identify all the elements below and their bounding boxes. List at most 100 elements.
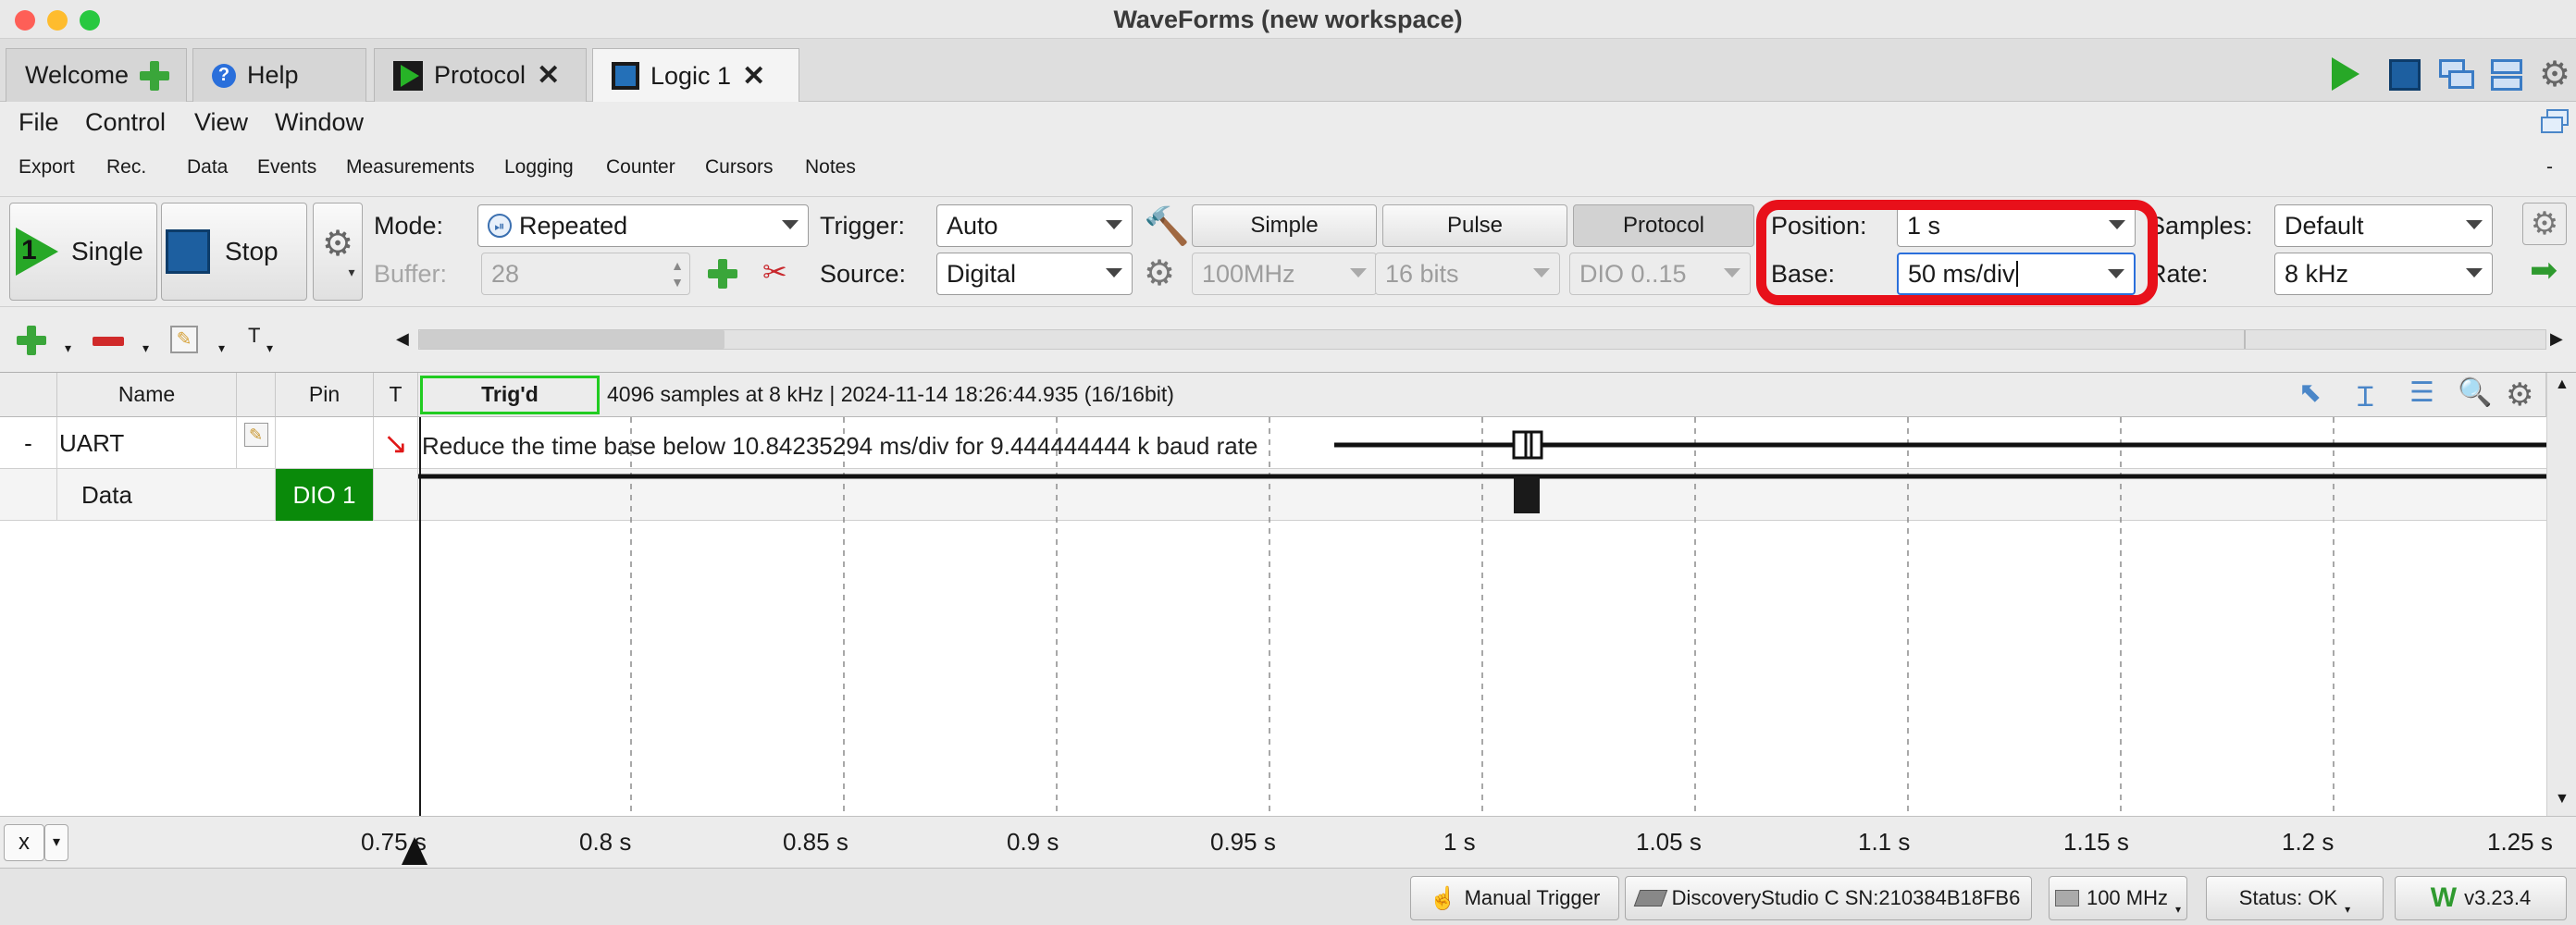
trigger-simple-button[interactable]: Simple: [1192, 204, 1377, 247]
submenu-rec[interactable]: Rec.: [106, 156, 146, 179]
close-tab-icon[interactable]: ✕: [742, 60, 765, 92]
row-pin: [276, 417, 374, 469]
close-tab-icon[interactable]: ✕: [537, 59, 560, 92]
text-tool[interactable]: T: [248, 324, 260, 348]
version-button[interactable]: W v3.23.4: [2395, 876, 2567, 920]
submenu-notes[interactable]: Notes: [805, 156, 856, 179]
vertical-scrollbar[interactable]: ▲ ▼: [2546, 373, 2576, 817]
chevron-down-icon[interactable]: ▾: [142, 340, 149, 356]
chevron-down-icon[interactable]: ▾: [266, 340, 273, 356]
tile-windows-icon[interactable]: [2491, 59, 2524, 92]
chevron-down-icon: [782, 220, 799, 229]
rate-select[interactable]: 8 kHz: [2274, 253, 2493, 295]
submenu-counter[interactable]: Counter: [606, 156, 675, 179]
cursor-select-icon[interactable]: ⬉: [2298, 376, 2322, 409]
align-icon[interactable]: ☰: [2409, 376, 2434, 409]
bits-select[interactable]: 16 bits: [1375, 253, 1560, 295]
trigger-select[interactable]: Auto: [936, 204, 1133, 247]
hammer-icon[interactable]: 🔨: [1144, 204, 1190, 248]
single-icon: 1: [16, 228, 58, 276]
header-name[interactable]: Name: [57, 373, 237, 417]
submenu-measurements[interactable]: Measurements: [346, 156, 475, 179]
chevron-down-icon: [2466, 220, 2483, 229]
edit-channel-icon[interactable]: ✎: [170, 326, 198, 353]
scroll-left-icon[interactable]: ◀: [396, 329, 409, 349]
scroll-up-icon[interactable]: ▲: [2555, 376, 2570, 393]
detach-window-icon[interactable]: [2541, 107, 2572, 135]
scroll-right-icon[interactable]: ▶: [2550, 329, 2563, 349]
data-pulse: [1514, 476, 1540, 513]
chevron-down-icon[interactable]: ▾: [218, 340, 225, 356]
scrollbar-thumb[interactable]: [419, 330, 724, 349]
tab-welcome[interactable]: Welcome: [6, 48, 187, 102]
buffer-input[interactable]: 28 ▲ ▼: [481, 253, 690, 295]
scroll-down-icon[interactable]: ▼: [2555, 791, 2570, 808]
submenu-collapse[interactable]: -: [2546, 156, 2553, 179]
samples-select[interactable]: Default: [2274, 204, 2493, 247]
arrow-right-icon[interactable]: ➡: [2530, 251, 2557, 290]
edit-icon[interactable]: ✎: [243, 423, 268, 447]
remove-channel-icon[interactable]: [93, 337, 124, 346]
run-all-button[interactable]: [2332, 56, 2365, 92]
header-expander: [0, 373, 57, 417]
text-cursor-icon[interactable]: Ɪ: [2358, 376, 2373, 414]
waveform-table: Name Pin T Trig'd 4096 samples at 8 kHz …: [0, 372, 2576, 817]
channel-name: Data: [81, 480, 132, 509]
gear-icon[interactable]: ⚙: [2506, 376, 2533, 413]
device-button[interactable]: DiscoveryStudio C SN:210384B18FB6: [1625, 876, 2032, 920]
trigger-pulse-button[interactable]: Pulse: [1382, 204, 1567, 247]
chevron-down-icon[interactable]: ▾: [65, 340, 71, 356]
waveform-plot[interactable]: [418, 417, 2546, 817]
trigger-position-marker[interactable]: [402, 837, 427, 865]
row-expander[interactable]: -: [0, 417, 57, 469]
acquisition-settings-button[interactable]: ⚙ ▾: [313, 203, 363, 301]
submenu-export[interactable]: Export: [19, 156, 75, 179]
axis-tick-label: 0.8 s: [579, 828, 632, 856]
tab-protocol[interactable]: Protocol ✕: [374, 48, 587, 102]
submenu-data[interactable]: Data: [187, 156, 228, 179]
gear-icon[interactable]: ⚙: [2522, 203, 2567, 245]
axis-unit-button[interactable]: x: [4, 824, 44, 861]
row-pin[interactable]: DIO 1: [276, 469, 374, 521]
menu-control[interactable]: Control: [85, 108, 166, 137]
source-label: Source:: [820, 260, 907, 288]
submenu-logging[interactable]: Logging: [504, 156, 574, 179]
row-edit[interactable]: ✎: [237, 417, 276, 469]
waveforms-logo-icon: W: [2430, 882, 2458, 913]
clock-button[interactable]: 100 MHz ▾: [2049, 876, 2187, 920]
chevron-down-icon[interactable]: ▾: [44, 824, 68, 861]
mode-select[interactable]: ⏯ Repeated: [477, 204, 809, 247]
header-t[interactable]: T: [374, 373, 418, 417]
clock-select[interactable]: 100MHz: [1192, 253, 1377, 295]
submenu-events[interactable]: Events: [257, 156, 316, 179]
tab-help[interactable]: ? Help: [192, 48, 366, 102]
highlight-annotation: [1756, 200, 2158, 305]
menu-view[interactable]: View: [194, 108, 248, 137]
menu-window[interactable]: Window: [275, 108, 364, 137]
stop-button[interactable]: Stop: [161, 203, 307, 301]
horizontal-scrollbar[interactable]: [418, 329, 2546, 350]
repeat-icon: ⏯: [488, 214, 512, 238]
stepper-icon[interactable]: ▲ ▼: [671, 257, 684, 290]
tab-logic-1[interactable]: Logic 1 ✕: [592, 48, 799, 103]
stop-all-button[interactable]: [2389, 59, 2421, 91]
manual-trigger-button[interactable]: ☝ Manual Trigger: [1410, 876, 1619, 920]
source-select[interactable]: Digital: [936, 253, 1133, 295]
menu-file[interactable]: File: [19, 108, 59, 137]
zoom-icon[interactable]: 🔍: [2458, 376, 2492, 409]
trigger-protocol-button[interactable]: Protocol: [1573, 204, 1754, 247]
warning-arrow-icon: ↘: [383, 426, 408, 460]
mode-value: Repeated: [519, 211, 628, 240]
dio-range-select[interactable]: DIO 0..15: [1569, 253, 1751, 295]
chevron-down-icon: [1106, 268, 1122, 278]
scissors-icon[interactable]: ✂: [762, 254, 787, 290]
gear-icon[interactable]: ⚙: [2539, 57, 2574, 92]
protocol-label: Protocol: [1622, 213, 1705, 238]
single-button[interactable]: 1 Single: [9, 203, 157, 301]
header-pin[interactable]: Pin: [276, 373, 374, 417]
plot-header: Trig'd 4096 samples at 8 kHz | 2024-11-1…: [418, 373, 2546, 417]
submenu-cursors[interactable]: Cursors: [705, 156, 774, 179]
cascade-windows-icon[interactable]: [2439, 59, 2476, 92]
status-button[interactable]: Status: OK ▾: [2206, 876, 2384, 920]
gear-icon[interactable]: ⚙: [1144, 253, 1175, 294]
